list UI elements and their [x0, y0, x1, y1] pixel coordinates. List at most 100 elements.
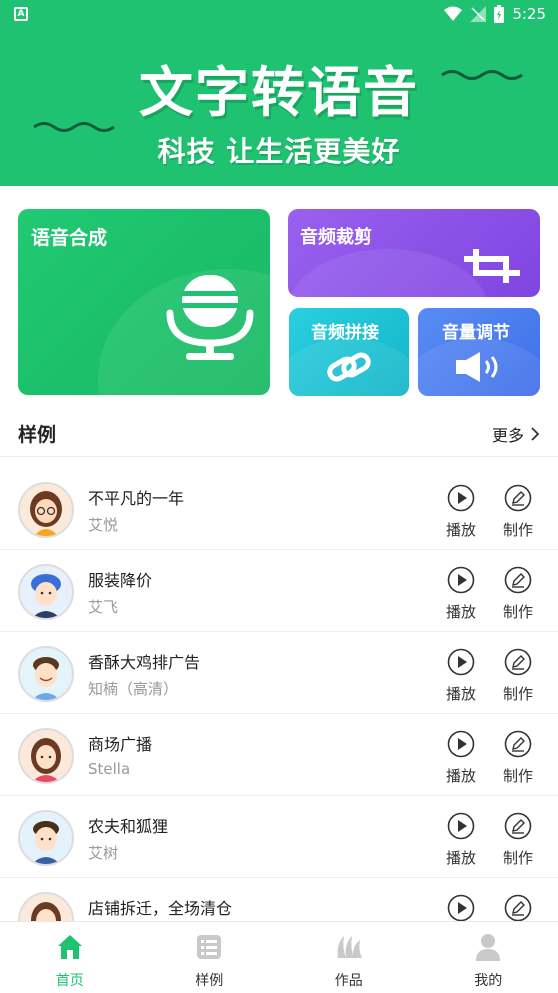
sample-title: 农夫和狐狸: [88, 813, 168, 837]
man-avatar-icon: [20, 812, 72, 864]
play-button[interactable]: 播放: [441, 566, 481, 622]
person-icon: [473, 932, 503, 962]
sample-voice: 艾树: [88, 842, 118, 863]
edit-icon: [504, 730, 532, 758]
play-button[interactable]: 播放: [441, 648, 481, 704]
avatar: [18, 810, 74, 866]
sample-voice: Stella: [88, 760, 130, 778]
play-icon: [447, 566, 475, 594]
samples-title: 样例: [18, 420, 56, 447]
play-button[interactable]: 播放: [441, 894, 481, 921]
edit-icon: [504, 648, 532, 676]
list-item[interactable]: 服装降价 艾飞 播放 制作: [0, 550, 558, 632]
edit-icon: [504, 812, 532, 840]
avatar: [18, 646, 74, 702]
list-item[interactable]: 商场广播 Stella 播放 制作: [0, 714, 558, 796]
sample-title: 店铺拆迁，全场清仓: [88, 895, 232, 919]
tab-label: 样例: [140, 970, 280, 990]
tts-card[interactable]: 语音合成: [18, 209, 270, 395]
sample-voice: 艾悦: [88, 514, 118, 535]
tab-samples[interactable]: 样例: [140, 922, 280, 993]
notification-icon: A: [14, 7, 28, 21]
works-icon: [334, 932, 364, 962]
more-label: 更多: [492, 422, 524, 446]
battery-icon: [494, 5, 504, 23]
play-button[interactable]: 播放: [441, 730, 481, 786]
signal-icon: [470, 6, 486, 22]
more-link[interactable]: 更多: [492, 422, 540, 446]
sample-title: 商场广播: [88, 731, 152, 755]
play-label: 播放: [441, 601, 481, 622]
clock: 5:25: [512, 5, 546, 23]
tab-mine[interactable]: 我的: [419, 922, 558, 993]
join-label: 音频拼接: [311, 318, 379, 343]
link-icon: [327, 350, 371, 384]
tab-label: 首页: [0, 970, 140, 990]
volume-card[interactable]: 音量调节: [418, 308, 540, 396]
play-icon: [447, 894, 475, 921]
join-card[interactable]: 音频拼接: [289, 308, 409, 396]
tab-works[interactable]: 作品: [279, 922, 419, 993]
make-button[interactable]: 制作: [498, 566, 538, 622]
sample-list: 不平凡的一年 艾悦 播放 制作 服装降价 艾飞 播放 制作: [0, 468, 558, 921]
man-suit-avatar-icon: [20, 648, 72, 700]
list-item[interactable]: 香酥大鸡排广告 知楠（高清） 播放 制作: [0, 632, 558, 714]
hero-banner: 文字转语音 科技 让生活更美好: [0, 30, 558, 186]
make-label: 制作: [498, 601, 538, 622]
tts-label: 语音合成: [31, 223, 107, 250]
home-icon: [55, 932, 85, 962]
avatar: [18, 482, 74, 538]
sample-voice: 艾飞: [88, 596, 118, 617]
boy-avatar-icon: [20, 566, 72, 618]
avatar: [18, 892, 74, 921]
make-button[interactable]: 制作: [498, 648, 538, 704]
volume-label: 音量调节: [442, 318, 510, 343]
list-item[interactable]: 不平凡的一年 艾悦 播放 制作: [0, 468, 558, 550]
list-icon: [194, 932, 224, 962]
bottom-tab-bar: 首页 样例 作品 我的: [0, 921, 558, 992]
samples-header: 样例 更多: [0, 410, 558, 456]
avatar: [18, 564, 74, 620]
edit-icon: [504, 566, 532, 594]
make-button[interactable]: 制作: [498, 894, 538, 921]
play-icon: [447, 812, 475, 840]
avatar: [18, 728, 74, 784]
play-label: 播放: [441, 683, 481, 704]
play-button[interactable]: 播放: [441, 812, 481, 868]
speaker-icon: [454, 350, 506, 384]
make-label: 制作: [498, 847, 538, 868]
wifi-icon: [444, 6, 462, 22]
microphone-icon: [164, 273, 256, 365]
make-button[interactable]: 制作: [498, 484, 538, 540]
sample-title: 服装降价: [88, 567, 152, 591]
crop-card[interactable]: 音频裁剪: [288, 209, 540, 297]
woman-avatar-icon: [20, 730, 72, 782]
sample-title: 香酥大鸡排广告: [88, 649, 200, 673]
banner-subtitle: 科技 让生活更美好: [0, 130, 558, 170]
crop-icon: [462, 247, 522, 285]
woman-avatar-icon: [20, 894, 72, 921]
make-label: 制作: [498, 683, 538, 704]
edit-icon: [504, 484, 532, 512]
tab-home[interactable]: 首页: [0, 922, 140, 993]
make-button[interactable]: 制作: [498, 812, 538, 868]
play-label: 播放: [441, 519, 481, 540]
tab-label: 作品: [279, 970, 419, 990]
make-label: 制作: [498, 519, 538, 540]
divider: [0, 456, 558, 457]
girl-glasses-avatar-icon: [20, 484, 72, 536]
edit-icon: [504, 894, 532, 921]
make-label: 制作: [498, 765, 538, 786]
play-label: 播放: [441, 765, 481, 786]
crop-label: 音频裁剪: [300, 223, 372, 249]
list-item[interactable]: 店铺拆迁，全场清仓 播放 制作: [0, 878, 558, 921]
play-icon: [447, 648, 475, 676]
play-button[interactable]: 播放: [441, 484, 481, 540]
banner-title: 文字转语音: [0, 48, 558, 127]
chevron-right-icon: [530, 426, 540, 442]
play-icon: [447, 730, 475, 758]
list-item[interactable]: 农夫和狐狸 艾树 播放 制作: [0, 796, 558, 878]
make-button[interactable]: 制作: [498, 730, 538, 786]
play-icon: [447, 484, 475, 512]
sample-voice: 知楠（高清）: [88, 678, 178, 699]
